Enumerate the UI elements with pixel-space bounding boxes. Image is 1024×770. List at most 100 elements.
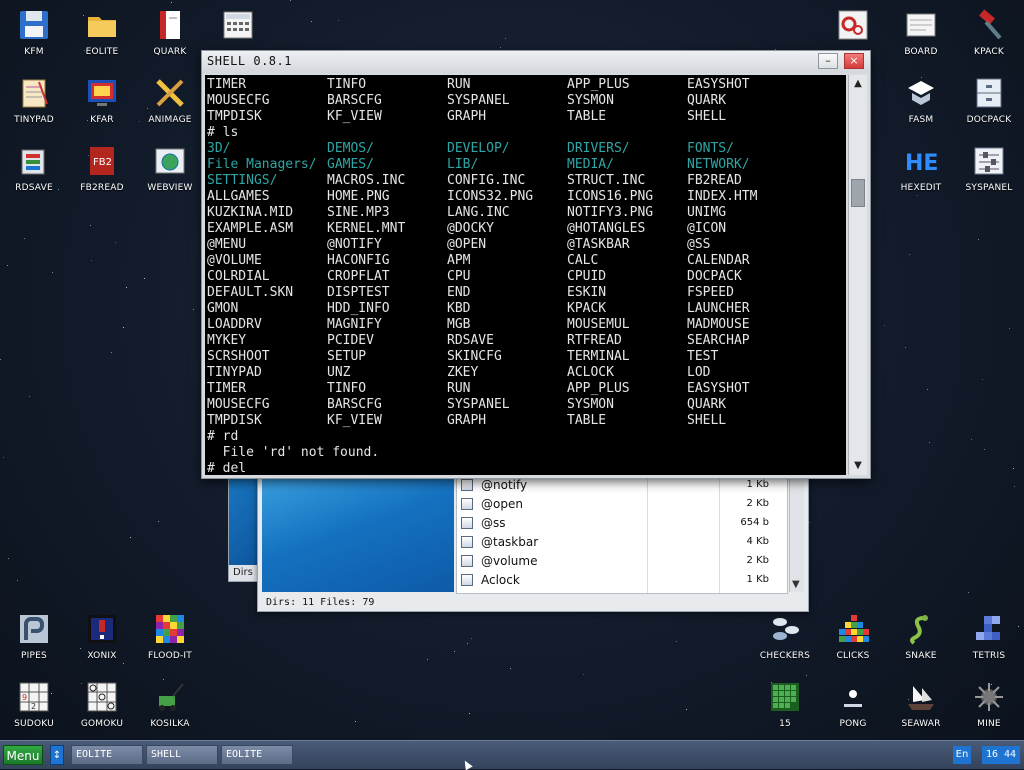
minimize-button[interactable]: – xyxy=(818,53,838,69)
desktop-icon-flood-it[interactable]: FLOOD-IT xyxy=(136,604,204,672)
shell-titlebar[interactable]: SHELL 0.8.1 – × xyxy=(202,51,870,73)
desktop-icon-sudoku[interactable]: 9 2 SUDOKU xyxy=(0,672,68,740)
file-entry: @MENU xyxy=(207,237,247,252)
star xyxy=(583,674,584,675)
desktop-icon-fasm[interactable]: FASM xyxy=(887,68,955,136)
desktop-icon-kfar[interactable]: KFAR xyxy=(68,68,136,136)
star xyxy=(454,651,455,652)
file-entry: KBD xyxy=(447,301,471,316)
file-row[interactable]: @volume 2 Kb xyxy=(457,552,787,571)
desktop-icon-quark[interactable]: QUARK xyxy=(136,0,204,68)
scroll-down-icon[interactable]: ▼ xyxy=(849,457,867,475)
file-entry: @OPEN xyxy=(447,237,487,252)
star xyxy=(471,638,472,639)
task-eolite-2[interactable]: EOLITE xyxy=(221,745,293,765)
file-entry: ESKIN xyxy=(567,285,607,300)
star xyxy=(971,439,972,440)
desktop-icon-docpack[interactable]: DOCPACK xyxy=(955,68,1023,136)
task-eolite[interactable]: EOLITE xyxy=(71,745,143,765)
directory-entry: GAMES/ xyxy=(327,157,374,172)
desktop-icon-clicks[interactable]: CLICKS xyxy=(819,604,887,672)
file-entry: NOTIFY3.PNG xyxy=(567,205,654,220)
star xyxy=(8,558,9,559)
desktop-icon-mine[interactable]: MINE xyxy=(955,672,1023,740)
file-entry: @HOTANGLES xyxy=(567,221,646,236)
desktop-icon-pong[interactable]: PONG xyxy=(819,672,887,740)
file-list-scrollbar[interactable]: ▼ xyxy=(789,475,804,592)
desktop-icon-rdsave[interactable]: RDSAVE xyxy=(0,136,68,204)
scroll-up-icon[interactable]: ▲ xyxy=(849,75,867,93)
file-entry: MAGNIFY xyxy=(327,317,382,332)
file-icon xyxy=(461,536,473,548)
file-entry: KF_VIEW xyxy=(327,413,382,428)
terminal-line: DEFAULT.SKN DISPTEST END ESKIN FSPEED xyxy=(207,285,843,301)
file-row[interactable]: Aclock 1 Kb xyxy=(457,571,787,590)
terminal-line: File 'rd' not found. xyxy=(207,445,843,461)
language-indicator[interactable]: En xyxy=(953,746,971,764)
gomoku-icon xyxy=(85,680,119,714)
desktop-icon-kosilka[interactable]: KOSILKA xyxy=(136,672,204,740)
desktop-icon-label: QUARK xyxy=(153,47,187,57)
scroll-down-icon[interactable]: ▼ xyxy=(792,579,800,590)
desktop-icon-hexedit[interactable]: HE HEXEDIT xyxy=(887,136,955,204)
svg-text:FB2: FB2 xyxy=(93,157,112,168)
folder-icon xyxy=(85,8,119,42)
desktop-icon-gomoku[interactable]: GOMOKU xyxy=(68,672,136,740)
file-entry: SYSMON xyxy=(567,397,614,412)
desktop-icon-webview[interactable]: WEBVIEW xyxy=(136,136,204,204)
fifteen-icon xyxy=(768,680,802,714)
desktop-icon-seawar[interactable]: SEAWAR xyxy=(887,672,955,740)
desktop-icon-eolite[interactable]: EOLITE xyxy=(68,0,136,68)
file-manager-window[interactable]: @notify 1 Kb @open 2 Kb @ss 654 b @taskbar 4 Kb… xyxy=(257,470,809,612)
scroll-thumb[interactable] xyxy=(851,179,865,207)
file-row[interactable]: @ss 654 b xyxy=(457,514,787,533)
star xyxy=(982,379,983,380)
disk-save-icon xyxy=(17,144,51,178)
star xyxy=(909,254,910,255)
close-button[interactable]: × xyxy=(844,53,864,69)
file-row[interactable]: @taskbar 4 Kb xyxy=(457,533,787,552)
desktop-icon-pipes[interactable]: PIPES xyxy=(0,604,68,672)
directory-entry: DEMOS/ xyxy=(327,141,374,156)
desktop-icon-kfm[interactable]: KFM xyxy=(0,0,68,68)
clock[interactable]: 16 44 xyxy=(982,746,1020,764)
task-shell[interactable]: SHELL xyxy=(146,745,218,765)
terminal-scrollbar[interactable]: ▲ ▼ xyxy=(848,75,867,475)
desktop-icon-snake[interactable]: SNAKE xyxy=(887,604,955,672)
file-entry: BARSCFG xyxy=(327,93,382,108)
desktop-icon-label: KFAR xyxy=(90,115,114,125)
desktop-icon-xonix[interactable]: XONIX xyxy=(68,604,136,672)
file-entry: ACLOCK xyxy=(567,365,614,380)
file-row[interactable]: @open 2 Kb xyxy=(457,495,787,514)
star xyxy=(115,242,116,243)
terminal-line: LOADDRV MAGNIFY MGB MOUSEMUL MADMOUSE xyxy=(207,317,843,333)
desktop-icon-checkers[interactable]: CHECKERS xyxy=(751,604,819,672)
desktop-icon-tetris[interactable]: TETRIS xyxy=(955,604,1023,672)
terminal-output[interactable]: TIMER TINFO RUN APP_PLUS EASYSHOT MOUSECFG BAR… xyxy=(205,75,846,475)
file-entry: APP_PLUS xyxy=(567,381,630,396)
floppy-icon xyxy=(17,8,51,42)
desktop-icon-tinypad[interactable]: TINYPAD xyxy=(0,68,68,136)
desktop-icon-kpack[interactable]: KPACK xyxy=(955,0,1023,68)
shell-window[interactable]: SHELL 0.8.1 – × TIMER TINFO RUN APP_PLUS EAS… xyxy=(201,50,871,479)
desktop-icon-15[interactable]: 15 xyxy=(751,672,819,740)
desktop-icon-label: KOSILKA xyxy=(150,719,190,729)
desktop-icon-animage[interactable]: ANIMAGE xyxy=(136,68,204,136)
file-entry: GRAPH xyxy=(447,413,487,428)
desktop-icon-board[interactable]: BOARD xyxy=(887,0,955,68)
file-entry: SINE.MP3 xyxy=(327,205,390,220)
svg-text:2: 2 xyxy=(31,702,36,711)
file-entry: KF_VIEW xyxy=(327,109,382,124)
pong-icon xyxy=(836,680,870,714)
terminal-line: @VOLUME HACONFIG APM CALC CALENDAR xyxy=(207,253,843,269)
desktop-icon-syspanel[interactable]: SYSPANEL xyxy=(955,136,1023,204)
terminal-line: @MENU @NOTIFY @OPEN @TASKBAR @SS xyxy=(207,237,843,253)
file-entry: CPU xyxy=(447,269,471,284)
desktop-icon-label: SNAKE xyxy=(905,651,937,661)
swap-icon[interactable]: ↕ xyxy=(50,745,64,765)
desktop-icon-fb2read[interactable]: FB2 FB2READ xyxy=(68,136,136,204)
file-entry: APP_PLUS xyxy=(567,77,630,92)
file-list[interactable]: @notify 1 Kb @open 2 Kb @ss 654 b @taskbar 4 Kb… xyxy=(456,475,788,594)
menu-button[interactable]: Menu xyxy=(3,745,43,765)
file-entry: TINFO xyxy=(327,381,367,396)
